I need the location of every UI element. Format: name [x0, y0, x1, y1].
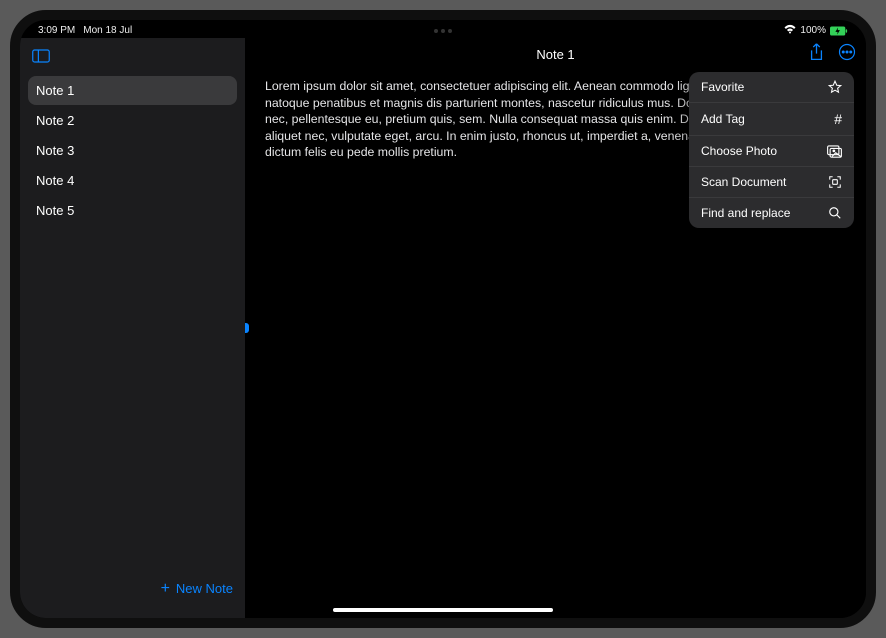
sidebar: Note 1 Note 2 Note 3 Note 4 Note 5 + New… [20, 38, 245, 618]
note-title: Note 1 [536, 47, 574, 62]
share-icon[interactable] [809, 43, 824, 66]
status-time: 3:09 PM [38, 25, 75, 36]
note-item[interactable]: Note 1 [28, 76, 237, 105]
hash-icon: # [834, 111, 842, 127]
menu-item-scan-document[interactable]: Scan Document [689, 167, 854, 198]
battery-percent: 100% [800, 25, 826, 36]
note-list: Note 1 Note 2 Note 3 Note 4 Note 5 [20, 70, 245, 571]
menu-label: Add Tag [701, 112, 745, 126]
battery-icon [830, 26, 848, 36]
note-item[interactable]: Note 3 [28, 136, 237, 165]
menu-item-find-replace[interactable]: Find and replace [689, 198, 854, 228]
note-item[interactable]: Note 4 [28, 166, 237, 195]
photo-icon [827, 145, 842, 158]
menu-item-choose-photo[interactable]: Choose Photo [689, 136, 854, 167]
main-content: Note 1 Lorem ipsum dolor sit amet, conse… [245, 38, 866, 618]
status-date: Mon 18 Jul [83, 25, 132, 36]
actions-menu: Favorite Add Tag # Choose Photo Scan [689, 72, 854, 228]
plus-icon: + [161, 582, 170, 596]
menu-label: Find and replace [701, 206, 790, 220]
front-camera [434, 29, 452, 33]
new-note-label: New Note [176, 581, 233, 596]
menu-item-add-tag[interactable]: Add Tag # [689, 103, 854, 136]
menu-label: Scan Document [701, 175, 786, 189]
menu-item-favorite[interactable]: Favorite [689, 72, 854, 103]
menu-label: Favorite [701, 80, 744, 94]
scroll-indicator [245, 323, 249, 333]
sidebar-toggle-icon[interactable] [32, 49, 50, 63]
search-icon [828, 206, 842, 220]
menu-label: Choose Photo [701, 144, 777, 158]
scan-icon [828, 175, 842, 189]
home-indicator[interactable] [333, 608, 553, 612]
new-note-button[interactable]: + New Note [20, 571, 245, 618]
star-icon [828, 80, 842, 94]
note-item[interactable]: Note 2 [28, 106, 237, 135]
more-icon[interactable] [838, 43, 856, 66]
wifi-icon [784, 24, 796, 37]
note-item[interactable]: Note 5 [28, 196, 237, 225]
